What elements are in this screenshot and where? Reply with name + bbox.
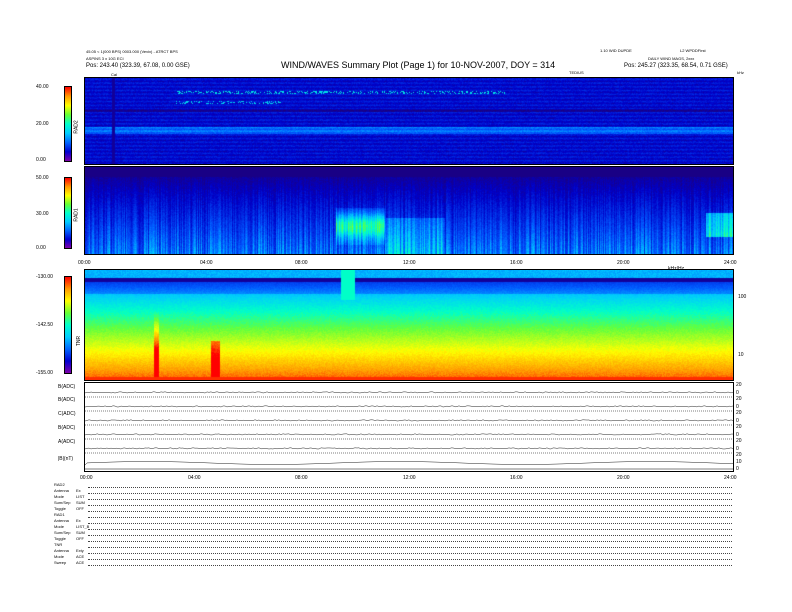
settings-rule	[88, 487, 732, 488]
tnr-axis-label: TNR	[76, 335, 83, 347]
time-tick-5: 20:00	[617, 260, 630, 266]
time-tick-1: 04:00	[200, 260, 213, 266]
settings-rule	[88, 529, 732, 530]
rad2-colorbar	[64, 86, 72, 162]
settings-rule	[88, 565, 732, 566]
time-tick-2: 08:00	[295, 260, 308, 266]
trace4-right-top: 20	[736, 424, 742, 430]
trace5-right-top: 20	[736, 438, 742, 444]
settings-rule	[88, 547, 732, 548]
trace-panels	[84, 382, 734, 472]
trace2-right-top: 20	[736, 396, 742, 402]
header-attitude-line: ASPINS 3 x 10G ECI	[86, 56, 124, 61]
trace1-right-top: 20	[736, 382, 742, 388]
bottom-time-tick-5: 20:00	[617, 475, 630, 481]
rad2-spectrogram	[84, 77, 734, 165]
trace6-right-top: 20	[736, 452, 742, 458]
header-right-line1: 1.10 WID DUPDE	[600, 48, 632, 53]
trace-line	[85, 433, 733, 436]
header-right-line2: L2 WPDDFirst	[680, 48, 706, 53]
rad1-spectrogram	[84, 166, 734, 255]
tnr-spectrogram-canvas	[85, 270, 733, 380]
rad1-spectrogram-canvas	[85, 167, 733, 254]
bottom-time-tick-1: 04:00	[188, 475, 201, 481]
rad2-spectrogram-canvas	[85, 78, 733, 164]
bottom-time-tick-4: 16:00	[510, 475, 523, 481]
rad2-axis-label: RAD2	[73, 120, 80, 134]
trace-line	[85, 419, 733, 422]
bottom-time-tick-6: 24:00	[724, 475, 737, 481]
bottom-time-tick-3: 12:00	[403, 475, 416, 481]
time-tick-0: 00:00	[78, 260, 91, 266]
settings-rule	[88, 499, 732, 500]
bottom-time-tick-2: 08:00	[295, 475, 308, 481]
rad1-tick-mid: 30.00	[36, 211, 49, 217]
rad2-tick-mid: 20.00	[36, 121, 49, 127]
rad1-tick-top: 50.00	[36, 175, 49, 181]
trace-line	[85, 405, 733, 408]
time-label: TEDIUS	[569, 70, 584, 75]
settings-rule	[88, 535, 732, 536]
trace6-right-bottom: 0	[736, 466, 739, 472]
header-left-position: Pos: 243.40 (323.39, 67.08, 0.00 GSE)	[86, 63, 190, 69]
settings-rule	[88, 493, 732, 494]
settings-rule	[88, 523, 732, 524]
trace-label-1: B(ADC)	[58, 384, 76, 390]
tnr-tick-bottom: -155.00	[36, 370, 53, 376]
tnr-spectrogram	[84, 269, 734, 381]
settings-rule	[88, 511, 732, 512]
header-right-position: Pos: 245.27 (323.35, 68.54, 0.71 GSE)	[624, 63, 728, 69]
rad1-tick-bottom: 0.00	[36, 245, 46, 251]
trace-label-5: A(ADC)	[58, 439, 76, 445]
rad2-tick-top: 40.00	[36, 84, 49, 90]
tnr-right-tick-10: 10	[738, 352, 744, 358]
time-tick-4: 16:00	[510, 260, 523, 266]
trace3-right-top: 20	[736, 410, 742, 416]
page-title: WIND/WAVES Summary Plot (Page 1) for 10-…	[281, 60, 556, 70]
corner-unit-label: kHz	[737, 70, 744, 75]
trace-label-4: B(ADC)	[58, 425, 76, 431]
trace-line	[85, 391, 733, 394]
trace-line	[85, 447, 733, 450]
tnr-colorbar	[64, 276, 72, 374]
trace-label-6: |B|(nT)	[58, 456, 74, 462]
trace-label-2: B(ADC)	[58, 397, 76, 403]
rad1-colorbar	[64, 177, 72, 249]
settings-rule	[88, 559, 732, 560]
time-tick-3: 12:00	[403, 260, 416, 266]
tnr-tick-mid: -142.50	[36, 322, 53, 328]
header-instrument-line: 45.05 < 1(000 BPS) 0003.000 (Vevix) - AT…	[86, 49, 178, 54]
trace-line	[85, 461, 733, 466]
trace-label-3: C(ADC)	[58, 411, 76, 417]
settings-rule	[88, 553, 732, 554]
rad2-tick-bottom: 0.00	[36, 157, 46, 163]
header-right-line3: DAILY WIND MAGS, 2xxx	[648, 56, 695, 61]
time-tick-6: 24:00	[724, 260, 737, 266]
tnr-right-tick-100: 100	[738, 294, 747, 300]
rad1-axis-label: RAD1	[73, 208, 80, 222]
trace-lines	[85, 391, 733, 470]
bottom-time-tick-0: 00:00	[80, 475, 93, 481]
settings-rule	[88, 517, 732, 518]
tnr-tick-top: -130.00	[36, 274, 53, 280]
trace6-right-mid: 10	[736, 459, 742, 465]
settings-rule	[88, 541, 732, 542]
settings-rule	[88, 505, 732, 506]
